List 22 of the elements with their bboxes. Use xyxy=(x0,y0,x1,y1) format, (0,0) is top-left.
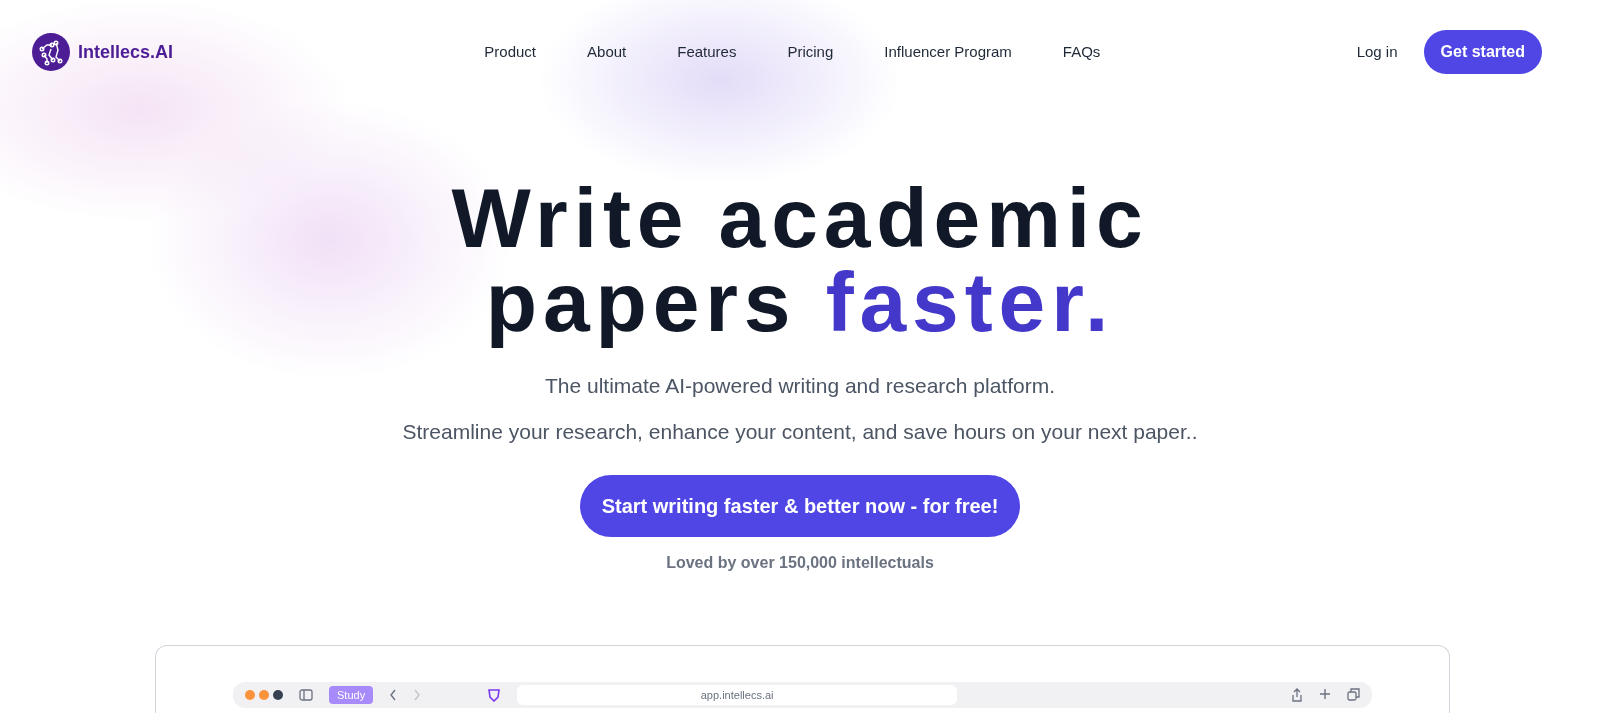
get-started-button[interactable]: Get started xyxy=(1423,30,1542,74)
nav-link[interactable]: Influencer Program xyxy=(884,40,1012,64)
nav-link[interactable]: FAQs xyxy=(1062,40,1101,64)
nav-link[interactable]: Features xyxy=(677,40,737,64)
social-proof-text: Loved by over 150,000 intellectuals xyxy=(665,553,935,573)
hero-tagline: Streamline your research, enhance your content, and save hours on your next paper.. xyxy=(401,418,1199,445)
nav-link[interactable]: About xyxy=(587,40,627,64)
hero-subtitle: The ultimate AI-powered writing and research platform. xyxy=(543,373,1057,399)
shield-icon[interactable] xyxy=(487,688,502,702)
address-bar[interactable]: app.intellecs.ai xyxy=(517,685,958,705)
nav-link[interactable]: Pricing xyxy=(787,40,834,64)
logo-icon xyxy=(32,33,70,71)
back-icon[interactable] xyxy=(389,689,398,701)
logo-text[interactable]: Intellecs.AI xyxy=(78,38,174,66)
share-icon[interactable] xyxy=(1291,688,1303,702)
tabs-icon[interactable] xyxy=(1347,688,1360,701)
sidebar-icon[interactable] xyxy=(299,689,313,701)
nav-link[interactable]: Product xyxy=(484,40,537,64)
plus-icon[interactable] xyxy=(1319,688,1331,700)
login-link[interactable]: Log in xyxy=(1356,40,1398,64)
address-text: app.intellecs.ai xyxy=(700,687,774,703)
cta-button[interactable]: Start writing faster & better now - for free! xyxy=(579,475,1021,537)
